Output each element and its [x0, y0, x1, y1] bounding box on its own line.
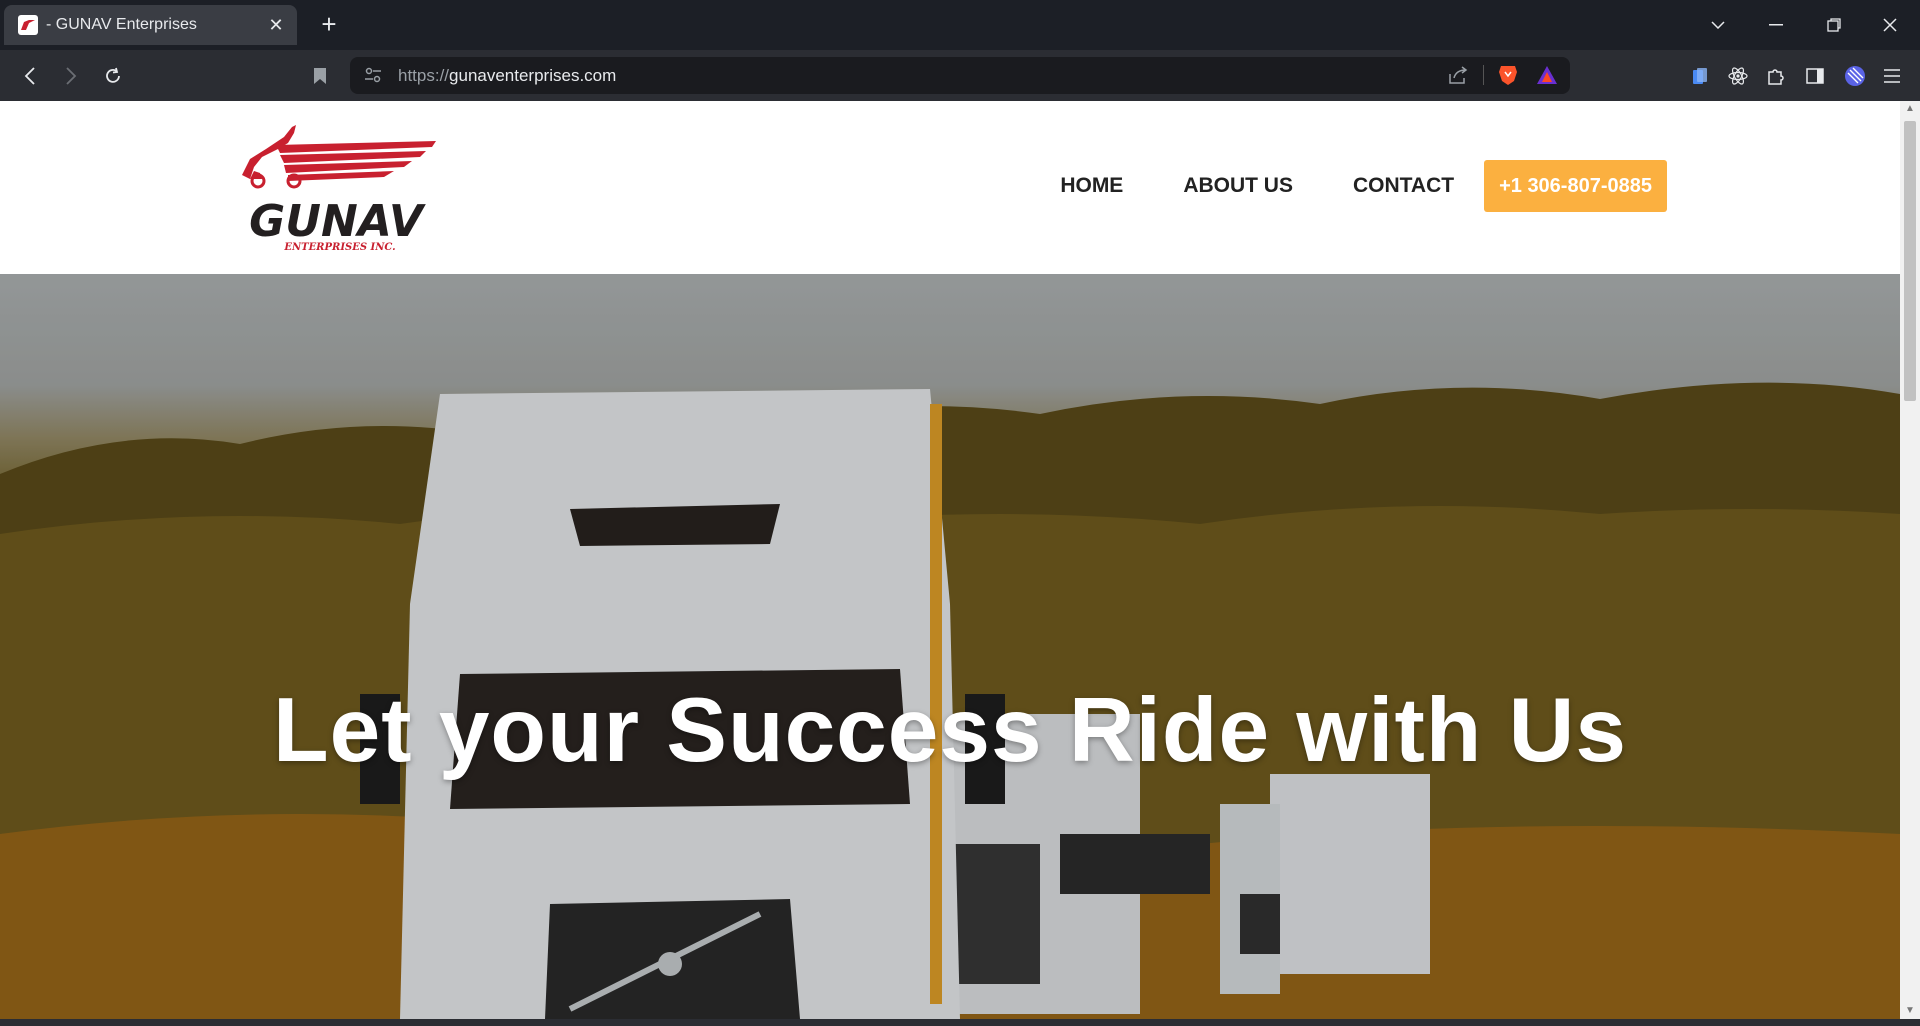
logo-tagline: ENTERPRISES INC. — [283, 242, 395, 251]
brave-rewards-icon[interactable] — [1536, 65, 1558, 90]
restore-icon[interactable] — [1814, 10, 1854, 40]
url-host: gunaventerprises.com — [449, 65, 617, 85]
scroll-up-arrow-icon[interactable]: ▲ — [1900, 101, 1920, 117]
window-bottom-edge — [0, 1019, 1920, 1026]
nav-home[interactable]: HOME — [1060, 174, 1123, 198]
gunav-logo[interactable]: GUNAV ENTERPRISES INC. — [236, 123, 436, 253]
new-tab-button[interactable]: + — [314, 10, 344, 40]
menu-icon[interactable] — [1878, 62, 1906, 90]
main-navigation: HOME ABOUT US CONTACT +1 306-807-0885 — [1060, 160, 1667, 212]
forward-icon[interactable] — [55, 60, 87, 92]
address-bar[interactable]: https://gunaventerprises.com — [350, 57, 1570, 94]
phone-call-button[interactable]: +1 306-807-0885 — [1484, 160, 1667, 212]
nav-about-us[interactable]: ABOUT US — [1183, 174, 1293, 198]
tab-list-chevron-icon[interactable] — [1698, 10, 1738, 40]
brave-shields-icon[interactable] — [1498, 64, 1518, 91]
extension-docs-icon[interactable] — [1686, 62, 1714, 90]
extensions-puzzle-icon[interactable] — [1762, 62, 1790, 90]
minimize-icon[interactable] — [1756, 10, 1796, 40]
nav-contact[interactable]: CONTACT — [1353, 174, 1454, 198]
hero-banner: Let your Success Ride with Us — [0, 274, 1900, 1019]
tab-strip: - GUNAV Enterprises ✕ + — [0, 0, 1920, 50]
close-tab-icon[interactable]: ✕ — [265, 15, 287, 36]
close-window-icon[interactable] — [1870, 10, 1910, 40]
url-divider — [1483, 65, 1484, 85]
hero-headline: Let your Success Ride with Us — [273, 680, 1627, 781]
page-scrollbar[interactable]: ▲ ▼ — [1900, 101, 1920, 1019]
react-devtools-icon[interactable] — [1724, 62, 1752, 90]
brave-wallet-icon[interactable] — [1841, 62, 1869, 90]
scroll-thumb[interactable] — [1904, 121, 1916, 401]
site-favicon-icon — [18, 15, 38, 35]
tab-title: - GUNAV Enterprises — [46, 16, 197, 33]
hero-overlay — [0, 274, 1900, 1019]
sidebar-toggle-icon[interactable] — [1801, 62, 1829, 90]
share-icon[interactable] — [1448, 66, 1468, 89]
page-viewport: GUNAV ENTERPRISES INC. HOME ABOUT US CON… — [0, 101, 1900, 1019]
back-icon[interactable] — [14, 60, 46, 92]
site-settings-icon[interactable] — [364, 67, 382, 88]
logo-wordmark: GUNAV — [249, 196, 426, 247]
scroll-down-arrow-icon[interactable]: ▼ — [1900, 1003, 1920, 1019]
browser-toolbar: https://gunaventerprises.com — [0, 50, 1920, 101]
reload-icon[interactable] — [97, 60, 129, 92]
site-header: GUNAV ENTERPRISES INC. HOME ABOUT US CON… — [0, 101, 1900, 274]
bookmark-icon[interactable] — [304, 60, 336, 92]
browser-tab[interactable]: - GUNAV Enterprises ✕ — [4, 5, 297, 45]
url-scheme: https:// — [398, 65, 450, 85]
